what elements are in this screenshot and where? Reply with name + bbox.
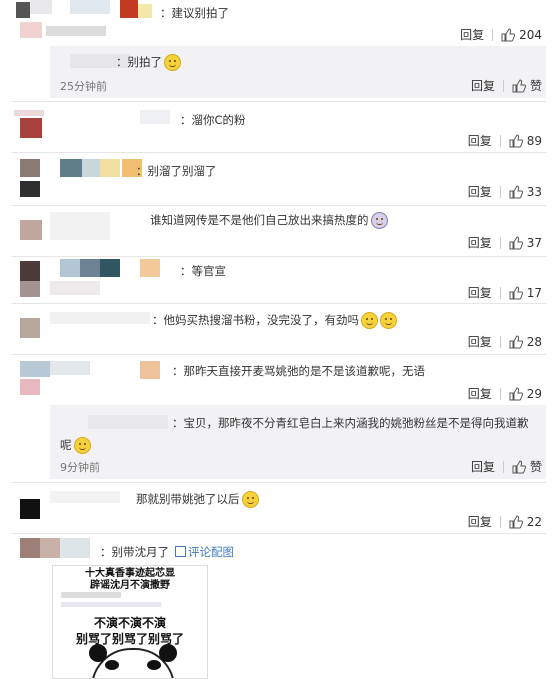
divider <box>502 460 504 473</box>
like-button[interactable]: 37 <box>509 236 542 250</box>
comment-text: ：宝贝，那昨夜不分青红皂白上来内涵我的姚弛粉丝是不是得向我道歉 <box>172 416 529 430</box>
face-emoji-icon <box>370 212 388 229</box>
comment-actions: 回复 赞 <box>471 458 542 475</box>
reply-button[interactable]: 回复 <box>468 333 492 350</box>
panda-face-icon <box>89 644 177 678</box>
comment-text: 谁知道网传是不是他们自己放出来搞热度的 <box>150 212 388 229</box>
comment-10: 那就别带姚弛了以后 回复 22 <box>0 483 554 533</box>
comment-5: 谁知道网传是不是他们自己放出来搞热度的 回复 37 <box>0 206 554 256</box>
thumbs-up-icon <box>509 235 523 249</box>
thumbs-up-icon <box>509 184 523 198</box>
sub-reply-1: ：别拍了 25分钟前 回复 赞 <box>50 46 546 98</box>
comment-text: ：别带沈月了 评论配图 <box>100 545 234 559</box>
thumbs-up-icon <box>509 514 523 528</box>
comment-4: ：别溜了别溜了 回复 33 <box>0 153 554 205</box>
comment-text: ：那昨天直接开麦骂姚弛的是不是该道歉呢，无语 <box>172 364 425 378</box>
comment-actions: 回复 28 <box>468 333 542 350</box>
thumbs-up-icon <box>501 27 516 41</box>
like-button[interactable]: 17 <box>509 286 542 300</box>
like-button[interactable]: 22 <box>509 515 542 529</box>
reply-button[interactable]: 回复 <box>471 77 495 94</box>
view-image-link[interactable]: 评论配图 <box>188 545 234 559</box>
sub-reply-2: ：宝贝，那昨夜不分青红皂白上来内涵我的姚弛粉丝是不是得向我道歉 呢 9分钟前 回… <box>50 405 546 479</box>
meme-caption: 不演不演不演 <box>93 616 166 630</box>
like-button[interactable]: 赞 <box>512 77 542 94</box>
comment-text: ：建议别拍了 <box>160 6 229 20</box>
like-button[interactable]: 89 <box>509 134 542 148</box>
comment-8: ：那昨天直接开麦骂姚弛的是不是该道歉呢，无语 回复 29 <box>0 355 554 403</box>
like-count: 29 <box>526 386 542 401</box>
reply-button[interactable]: 回复 <box>468 385 492 402</box>
comment-text: ：等官宣 <box>180 264 226 278</box>
image-icon <box>175 546 186 557</box>
divider <box>499 335 501 348</box>
divider <box>499 515 501 528</box>
like-button[interactable]: 28 <box>509 335 542 349</box>
reply-button[interactable]: 回复 <box>468 183 492 200</box>
like-count: 89 <box>526 133 542 148</box>
comment-actions: 回复 204 <box>460 26 542 43</box>
comment-7: ：他妈买热搜溜书粉，没完没了，有劲吗 回复 28 <box>0 304 554 354</box>
thumbs-up-icon <box>512 459 526 473</box>
comment-1: ：建议别拍了 回复 204 <box>0 0 554 46</box>
comment-text: 那就别带姚弛了以后 <box>136 491 259 508</box>
comment-text: ：别溜了别溜了 <box>136 164 217 178</box>
reply-button[interactable]: 回复 <box>468 132 492 149</box>
thumbs-up-icon <box>509 386 523 400</box>
comment-actions: 回复 17 <box>468 284 542 301</box>
comment-image[interactable]: 十大真香事迹起芯显 辟谣沈月不演撒野 不演不演不演 别骂了别骂了别骂了 <box>52 565 208 679</box>
thumbs-up-icon <box>509 334 523 348</box>
comment-text-continued: 呢 <box>60 437 91 454</box>
comment-actions: 回复 29 <box>468 385 542 402</box>
comment-3: ：溜你C的粉 回复 89 <box>0 102 554 152</box>
thumbs-up-icon <box>512 78 526 92</box>
like-button[interactable]: 赞 <box>512 458 542 475</box>
like-count: 28 <box>526 334 542 349</box>
comment-actions: 回复 33 <box>468 183 542 200</box>
divider <box>499 387 501 400</box>
meme-caption-top: 辟谣沈月不演撒野 <box>90 580 170 591</box>
like-count: 22 <box>526 514 542 529</box>
divider <box>499 134 501 147</box>
like-count: 204 <box>519 27 542 42</box>
thumbs-up-icon <box>509 133 523 147</box>
reply-button[interactable]: 回复 <box>460 26 484 43</box>
timestamp: 25分钟前 <box>60 80 107 93</box>
comment-text: ：他妈买热搜溜书粉，没完没了，有劲吗 <box>152 312 397 329</box>
thumbs-up-icon <box>509 285 523 299</box>
avatar[interactable] <box>10 153 160 213</box>
comment-text: ：别拍了 <box>116 54 181 71</box>
comment-actions: 回复 22 <box>468 513 542 530</box>
smile-emoji-icon <box>241 491 259 508</box>
like-button[interactable]: 33 <box>509 185 542 199</box>
like-label: 赞 <box>529 79 542 93</box>
comment-actions: 回复 赞 <box>471 77 542 94</box>
sad-emoji-icon <box>164 54 181 71</box>
divider <box>499 286 501 299</box>
reply-button[interactable]: 回复 <box>468 234 492 251</box>
like-button[interactable]: 204 <box>501 28 542 42</box>
reply-button[interactable]: 回复 <box>471 458 495 475</box>
like-count: 37 <box>526 235 542 250</box>
timestamp: 9分钟前 <box>60 461 100 474</box>
comment-text: ：溜你C的粉 <box>180 113 246 127</box>
like-count: 33 <box>526 184 542 199</box>
smile-emoji-icon <box>380 312 397 329</box>
comment-6: ：等官宣 回复 17 <box>0 257 554 303</box>
reply-button[interactable]: 回复 <box>468 513 492 530</box>
like-label: 赞 <box>529 460 542 474</box>
divider <box>492 28 494 41</box>
divider <box>499 185 501 198</box>
like-count: 17 <box>526 285 542 300</box>
meme-caption: 别骂了别骂了别骂了 <box>75 632 184 646</box>
reply-button[interactable]: 回复 <box>468 284 492 301</box>
divider <box>502 79 504 92</box>
comment-actions: 回复 37 <box>468 234 542 251</box>
divider <box>499 236 501 249</box>
comment-actions: 回复 89 <box>468 132 542 149</box>
smile-emoji-icon <box>361 312 378 329</box>
like-button[interactable]: 29 <box>509 387 542 401</box>
sad-emoji-icon <box>73 437 91 454</box>
